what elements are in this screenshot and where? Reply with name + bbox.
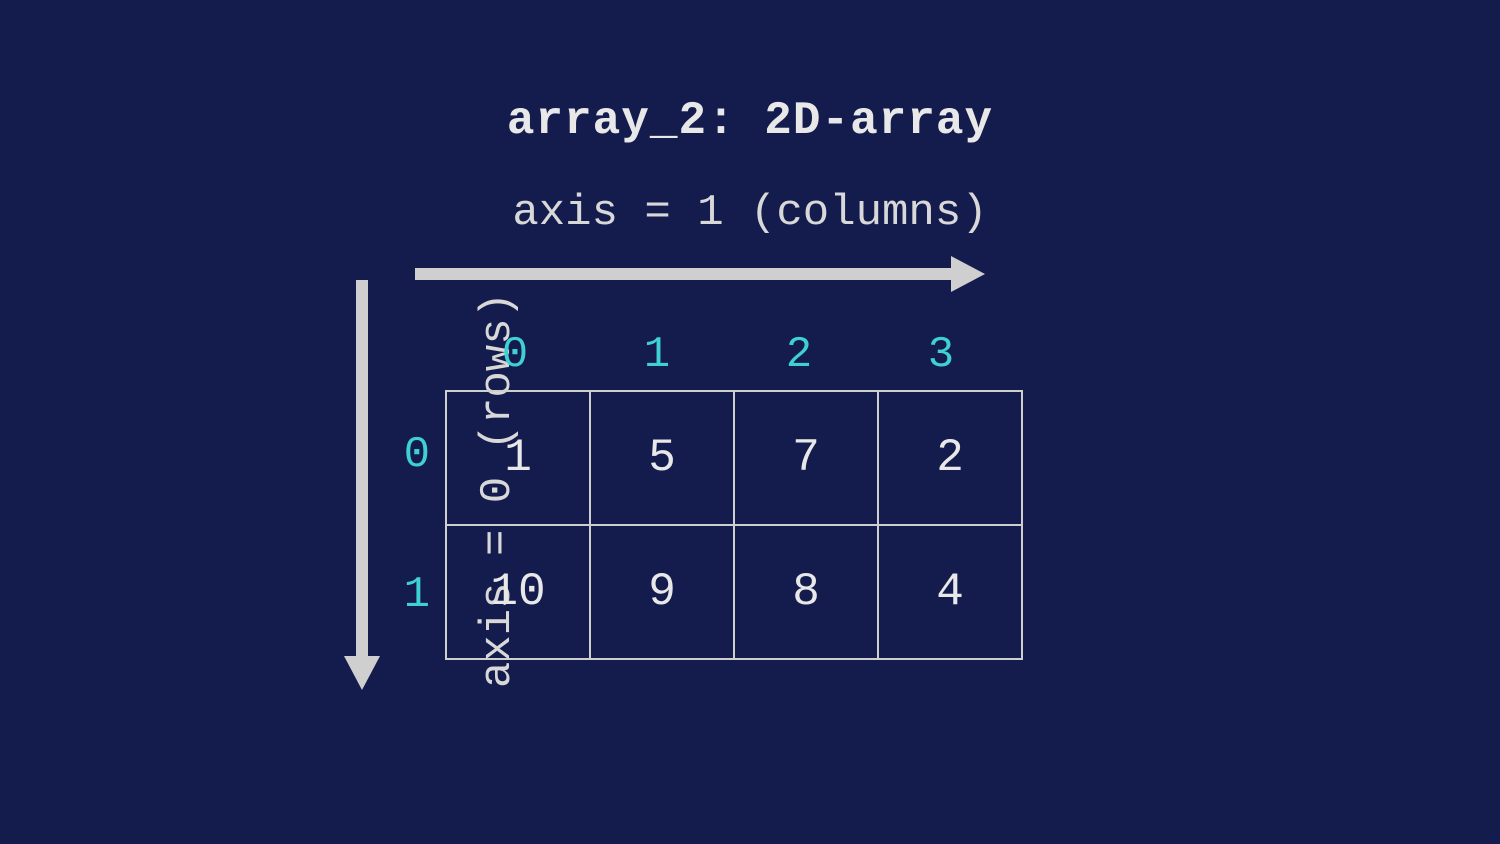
arrow-down-icon: [350, 280, 374, 690]
column-index-1: 1: [587, 330, 727, 380]
cell-0-2: 7: [734, 391, 878, 525]
diagram-root: array_2: 2D-array axis = 1 (columns) axi…: [0, 0, 1500, 844]
axis-1-label: axis = 1 (columns): [0, 188, 1500, 238]
cell-0-1: 5: [590, 391, 734, 525]
column-index-2: 2: [729, 330, 869, 380]
cell-0-0: 1: [446, 391, 590, 525]
table-row: 10 9 8 4: [446, 525, 1022, 659]
cell-0-3: 2: [878, 391, 1022, 525]
cell-1-3: 4: [878, 525, 1022, 659]
cell-1-2: 8: [734, 525, 878, 659]
row-index-0: 0: [390, 430, 430, 480]
table-row: 1 5 7 2: [446, 391, 1022, 525]
arrow-right-icon: [415, 262, 985, 286]
cell-1-1: 9: [590, 525, 734, 659]
row-index-1: 1: [390, 570, 430, 620]
page-title: array_2: 2D-array: [0, 95, 1500, 147]
cell-1-0: 10: [446, 525, 590, 659]
column-index-3: 3: [871, 330, 1011, 380]
column-index-0: 0: [445, 330, 585, 380]
array-grid: 1 5 7 2 10 9 8 4: [445, 390, 1023, 660]
